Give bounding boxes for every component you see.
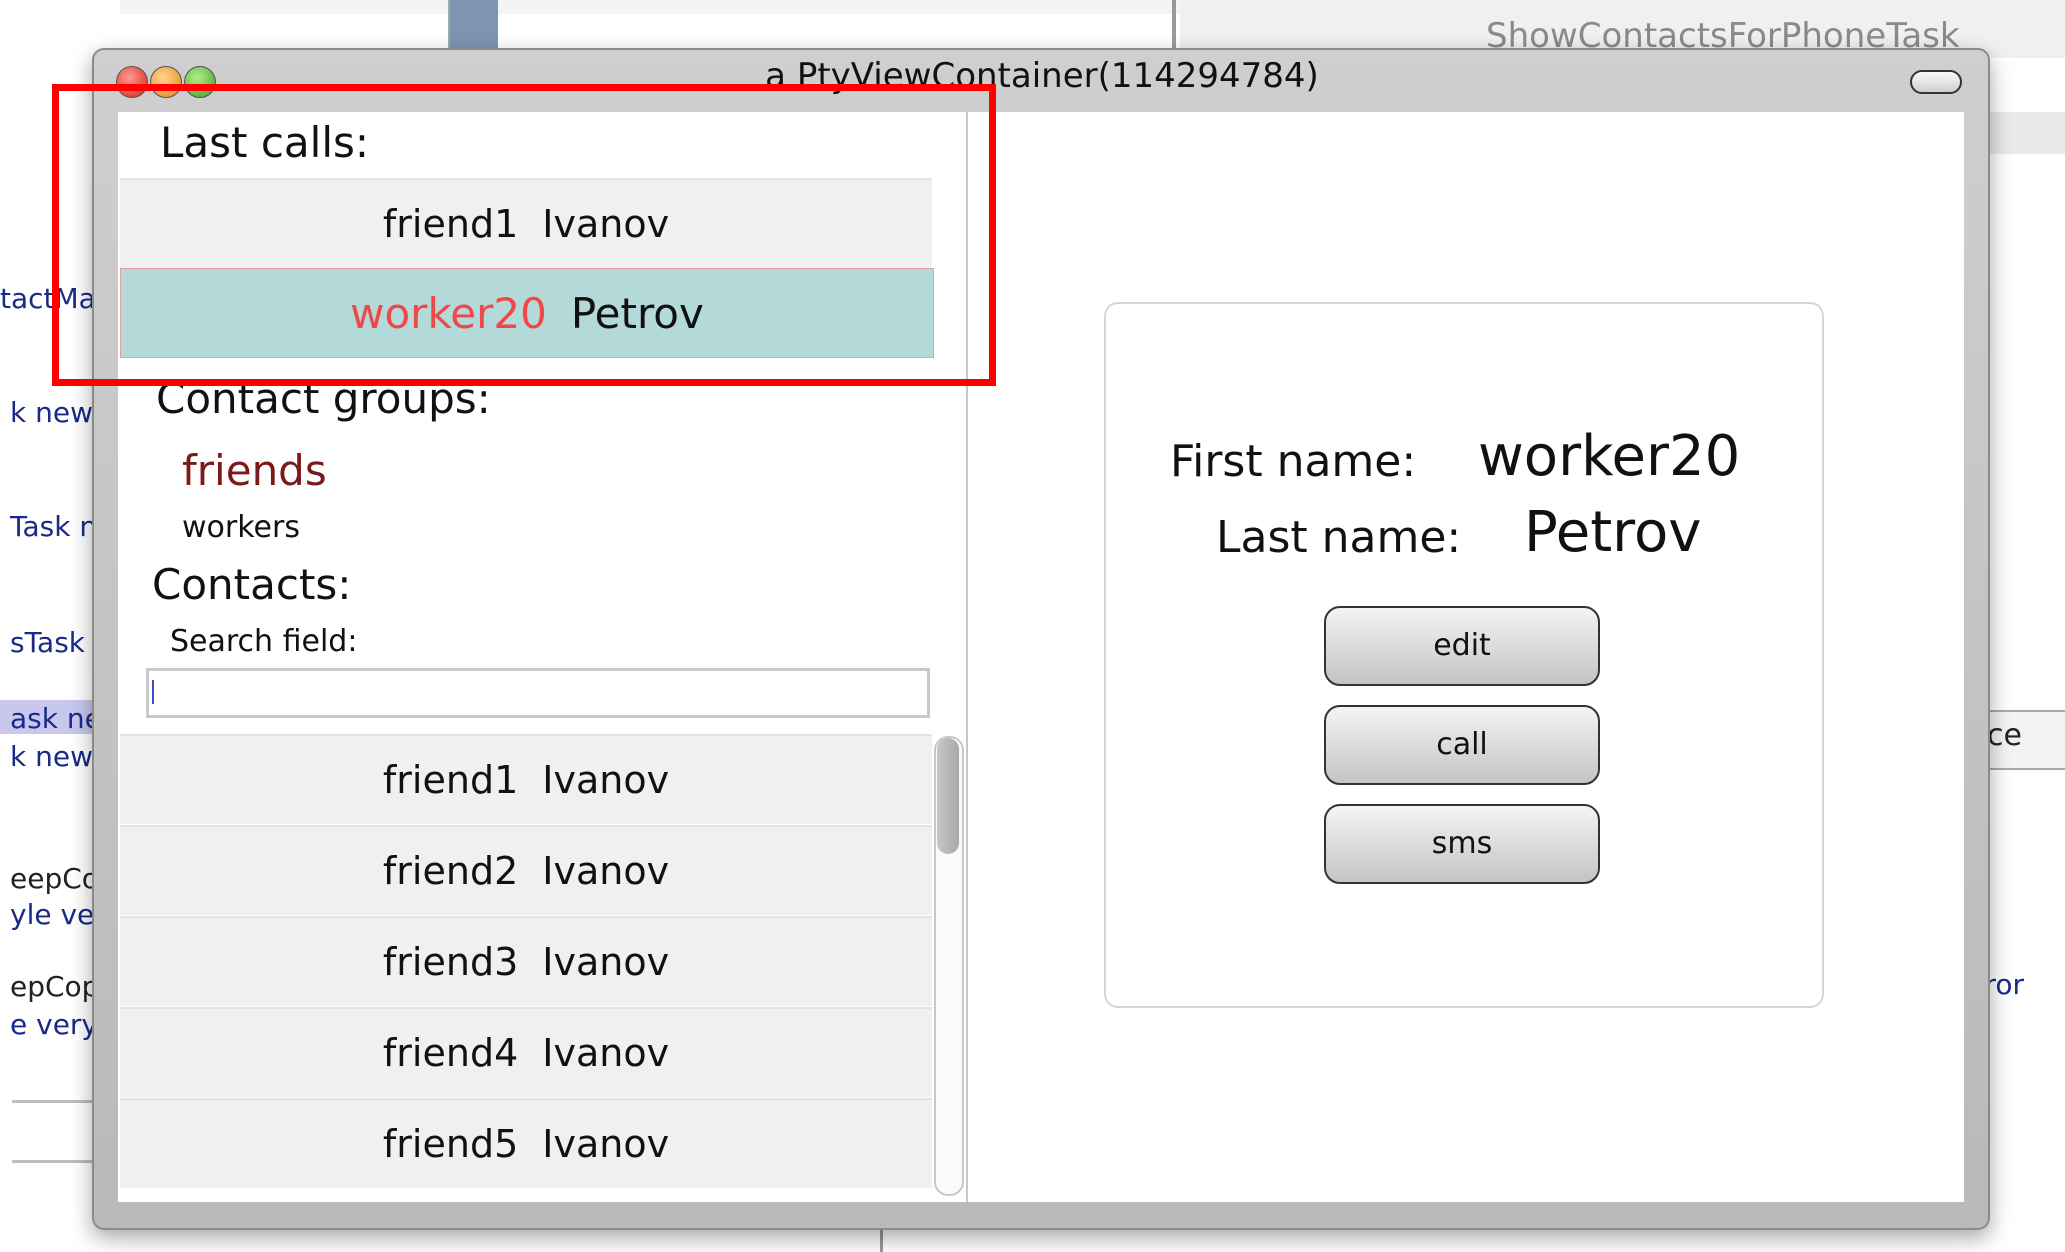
contact-first-name: friend4 (382, 1031, 519, 1075)
first-name-value: worker20 (1478, 424, 1741, 489)
background-right-strip (1990, 76, 2065, 1252)
background-code-line: k new (10, 740, 93, 773)
group-friends[interactable]: friends (182, 446, 327, 495)
contact-list-item[interactable]: friend1 Ivanov (120, 734, 932, 824)
first-name-label: First name: (1170, 436, 1417, 487)
contact-last-name: Ivanov (542, 758, 670, 802)
last-name-label: Last name: (1216, 512, 1462, 563)
contact-first-name: friend2 (382, 849, 519, 893)
background-right-header (1990, 112, 2065, 154)
contact-list-item[interactable]: friend4 Ivanov (120, 1007, 932, 1097)
contact-last-name: Ivanov (542, 849, 670, 893)
background-code-line: yle ve (10, 898, 95, 931)
edit-button[interactable]: edit (1324, 606, 1600, 686)
contact-last-name: Ivanov (542, 1122, 670, 1166)
background-code-line: ask ne (10, 702, 102, 735)
background-code-line: sTask (10, 626, 86, 659)
background-divider-line (12, 1100, 102, 1103)
contact-first-name: friend3 (382, 940, 519, 984)
background-divider-line (12, 1160, 102, 1163)
search-input[interactable] (146, 668, 930, 718)
toolbar-toggle-button[interactable] (1910, 70, 1962, 94)
background-code-line: e very (10, 1008, 99, 1041)
background-divider (1172, 0, 1176, 55)
background-code-line: k new (10, 396, 93, 429)
contact-last-name: Ivanov (542, 1031, 670, 1075)
background-code-line: epCop (10, 970, 100, 1003)
contact-list-item[interactable]: friend2 Ivanov (120, 825, 932, 915)
contacts-heading: Contacts: (152, 560, 352, 609)
search-field-label: Search field: (170, 624, 358, 659)
contact-last-name: Ivanov (542, 940, 670, 984)
contacts-scrollbar-thumb[interactable] (937, 738, 959, 854)
group-workers[interactable]: workers (182, 510, 300, 545)
background-code-line: eepCo (10, 862, 99, 895)
contact-first-name: friend1 (382, 758, 519, 802)
last-name-value: Petrov (1524, 500, 1702, 565)
sms-button[interactable]: sms (1324, 804, 1600, 884)
background-code-line: Task n (10, 510, 98, 543)
contact-list-item[interactable]: friend5 Ivanov (120, 1098, 932, 1188)
contact-list-item[interactable]: friend3 Ivanov (120, 916, 932, 1006)
text-cursor (152, 680, 154, 704)
contact-first-name: friend5 (382, 1122, 519, 1166)
call-button[interactable]: call (1324, 705, 1600, 785)
highlight-box (52, 84, 996, 386)
